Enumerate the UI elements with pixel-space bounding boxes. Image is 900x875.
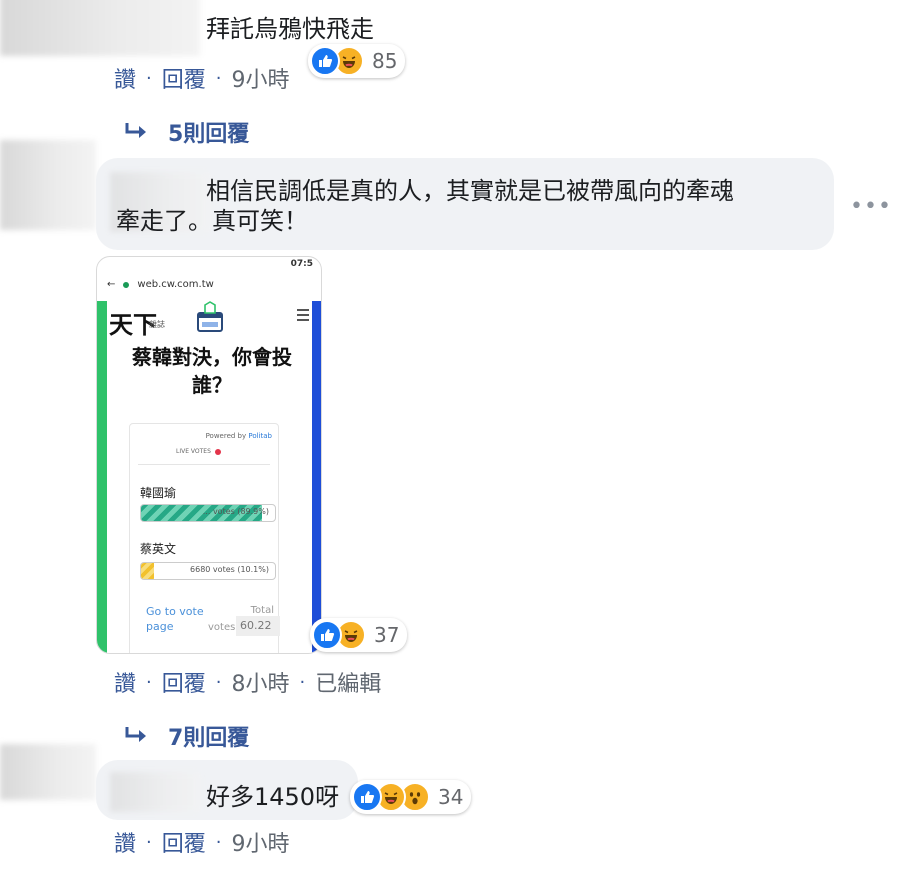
- reply-arrow-icon: [125, 727, 146, 742]
- timestamp[interactable]: 9小時: [232, 826, 290, 858]
- candidate-name: 蔡英文: [140, 542, 177, 556]
- more-options-icon[interactable]: •••: [850, 194, 892, 219]
- edited-label[interactable]: 已編輯: [315, 666, 381, 698]
- avatar[interactable]: [0, 140, 96, 230]
- back-arrow-icon: ←: [107, 279, 116, 290]
- url-text: web.cw.com.tw: [137, 279, 214, 290]
- go-to-vote-link: Go to vote page: [146, 605, 204, 633]
- timestamp[interactable]: 9小時: [232, 62, 290, 94]
- ballot-box-icon: [197, 301, 223, 332]
- poll-card: Powered by Politab LIVE VOTES 韓國瑜 ... vo…: [129, 423, 280, 653]
- reaction-summary[interactable]: 85: [308, 44, 406, 78]
- comment-text: 拜託烏鴉快飛走: [206, 15, 374, 43]
- separator-dot: ·: [299, 671, 306, 693]
- reply-link[interactable]: 回覆: [162, 666, 206, 698]
- divider: [138, 464, 270, 465]
- comment-actions: 讚 · 回覆 · 9小時: [114, 62, 290, 94]
- view-replies-link[interactable]: 5則回覆: [124, 116, 249, 148]
- vote-bar: ... votes (89.9%): [140, 504, 276, 522]
- reaction-summary[interactable]: 34: [350, 780, 472, 814]
- separator-dot: ·: [146, 67, 152, 89]
- image-right-strip: [312, 301, 321, 653]
- timestamp[interactable]: 8小時: [232, 666, 290, 698]
- avatar[interactable]: [0, 744, 96, 800]
- magazine-logo-sub: 雜誌: [149, 320, 165, 329]
- vote-bar: 6680 votes (10.1%): [140, 562, 276, 580]
- like-reaction-icon: [352, 782, 382, 812]
- replies-label: 5則回覆: [168, 122, 250, 147]
- powered-by: Powered by Politab: [205, 432, 272, 440]
- separator-dot: ·: [215, 67, 222, 89]
- vote-bar-text: ... votes (89.9%): [202, 507, 269, 516]
- live-dot-icon: [214, 448, 221, 455]
- like-reaction-icon: [310, 46, 340, 76]
- comment-actions: 讚 · 回覆 · 9小時: [114, 826, 290, 858]
- like-reaction-icon: [312, 620, 342, 650]
- replies-label: 7則回覆: [168, 726, 250, 751]
- separator-dot: ·: [215, 671, 222, 693]
- reaction-count: 37: [374, 623, 400, 647]
- comment-text: 相信民調低是真的人，其實就是已被帶風向的牽魂: [206, 177, 734, 205]
- like-link[interactable]: 讚: [114, 62, 136, 94]
- comment-text-continued: 牽走了。真可笑！: [116, 207, 308, 235]
- hamburger-menu-icon: [297, 309, 309, 324]
- candidate-name: 韓國瑜: [140, 486, 177, 500]
- reply-arrow-icon: [125, 123, 146, 138]
- votes-label: votes: [208, 622, 236, 633]
- reaction-count: 85: [372, 49, 398, 73]
- reaction-count: 34: [438, 785, 464, 809]
- phone-status-time: 07:5: [290, 259, 313, 269]
- view-replies-link[interactable]: 7則回覆: [124, 720, 249, 752]
- vote-bar-fill: [141, 563, 155, 579]
- reply-link[interactable]: 回覆: [162, 62, 206, 94]
- total-number: 60.22: [236, 616, 280, 636]
- image-left-strip: [97, 301, 107, 653]
- secure-icon: [123, 281, 130, 288]
- browser-url-bar: ← web.cw.com.tw: [107, 279, 311, 290]
- reply-link[interactable]: 回覆: [162, 826, 206, 858]
- vote-bar-text: 6680 votes (10.1%): [190, 565, 269, 574]
- live-votes-label: LIVE VOTES: [176, 448, 221, 455]
- separator-dot: ·: [215, 831, 222, 853]
- like-link[interactable]: 讚: [114, 666, 136, 698]
- like-link[interactable]: 讚: [114, 826, 136, 858]
- avatar[interactable]: [0, 0, 200, 56]
- comment-actions: 讚 · 回覆 · 8小時 · 已編輯: [114, 666, 381, 698]
- reaction-summary[interactable]: 37: [310, 618, 408, 652]
- attached-image[interactable]: 07:5 ← web.cw.com.tw 天下 雜誌 蔡韓對決，你會投誰？ Po…: [96, 256, 322, 654]
- commenter-name[interactable]: [110, 772, 200, 812]
- poll-headline: 蔡韓對決，你會投誰？: [132, 345, 292, 397]
- separator-dot: ·: [146, 671, 152, 693]
- comment-text: 好多1450呀: [206, 783, 340, 811]
- separator-dot: ·: [146, 831, 152, 853]
